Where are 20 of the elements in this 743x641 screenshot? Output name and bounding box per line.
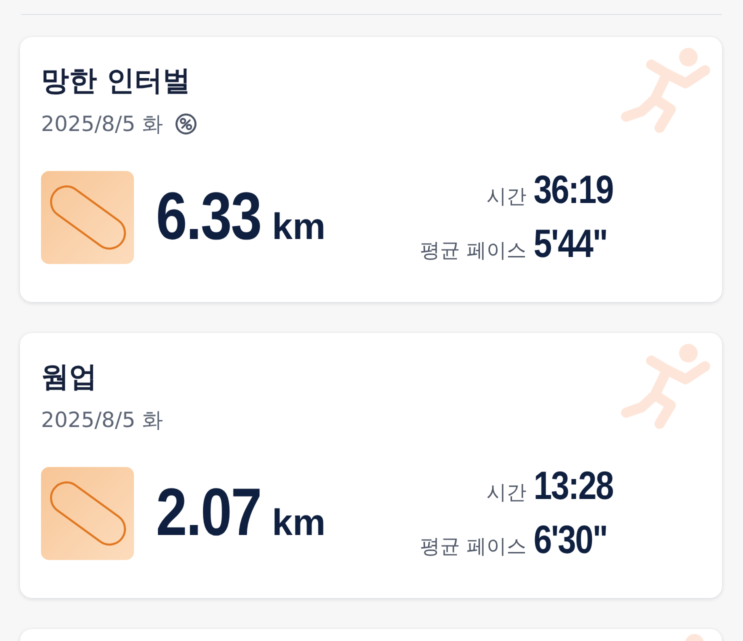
distance-value: 6.33 [156,180,261,252]
route-map-icon [41,170,134,264]
stat-label: 평균 페이스 [420,533,527,559]
stat-value: 13:28 [534,462,613,510]
stat-value: 36:19 [534,166,613,214]
workout-date: 2025/8/5 화 [41,407,163,434]
workout-title: 망한 인터벌 [41,64,191,98]
workout-card[interactable]: 웜업 2025/8/5 화 2.07 km 시간 13:28 평균 페이스 6'30" [20,333,722,598]
stat-value: 5'44" [534,220,608,268]
distance-unit: km [272,206,326,248]
workout-date: 2025/8/5 화 [41,111,163,138]
distance-value: 2.07 [156,476,261,548]
stat-label: 평균 페이스 [420,237,527,263]
stat-label: 시간 [486,479,527,505]
distance-unit: km [272,502,326,544]
stat-value: 6'30" [534,516,608,564]
workout-card[interactable]: 망한 인터벌 2025/8/5 화 6.33 km 시간 36:19 평균 페이스 5'44" [20,37,722,302]
workout-title: 웜업 [41,360,97,394]
route-map-icon [41,466,134,560]
stat-label: 시간 [486,183,527,209]
